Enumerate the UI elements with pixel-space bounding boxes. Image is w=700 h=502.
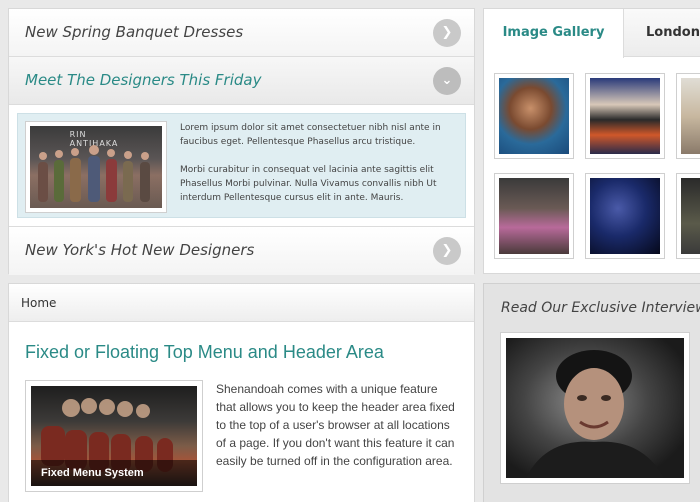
gallery-thumbnail[interactable] xyxy=(585,73,665,159)
runway-image: Fixed Menu System xyxy=(31,386,197,486)
accordion-item-spring-dresses[interactable]: New Spring Banquet Dresses ❯ xyxy=(9,9,474,57)
breadcrumb: Home xyxy=(9,284,474,322)
accordion-panel-text: Lorem ipsum dolor sit amet consectetuer … xyxy=(180,121,457,219)
tab-london[interactable]: London xyxy=(646,9,700,57)
chevron-down-icon[interactable]: ⌄ xyxy=(433,67,461,95)
interview-widget: Read Our Exclusive Interview xyxy=(483,283,700,502)
paragraph: Morbi curabitur in consequat vel lacinia… xyxy=(180,165,437,203)
gallery-thumbnail[interactable] xyxy=(494,73,574,159)
accordion-item-meet-designers[interactable]: Meet The Designers This Friday ⌄ xyxy=(9,57,474,105)
gallery-thumbnail[interactable] xyxy=(676,73,700,159)
accordion-item-title: New York's Hot New Designers xyxy=(25,241,255,259)
interview-photo[interactable] xyxy=(500,332,690,484)
accordion-item-title: Meet The Designers This Friday xyxy=(25,71,262,89)
paragraph: Lorem ipsum dolor sit amet consectetuer … xyxy=(180,123,441,147)
tab-image-gallery[interactable]: Image Gallery xyxy=(484,9,624,58)
chevron-right-icon[interactable]: ❯ xyxy=(433,237,461,265)
gallery-thumbnail[interactable] xyxy=(676,173,700,259)
page-title: Fixed or Floating Top Menu and Header Ar… xyxy=(25,342,384,362)
article-body: Shenandoah comes with a unique feature t… xyxy=(216,382,455,468)
image-caption: Fixed Menu System xyxy=(31,460,197,486)
designers-photo: RIN ANTIHAKA xyxy=(25,121,167,213)
accordion-item-hot-designers[interactable]: New York's Hot New Designers ❯ xyxy=(9,227,474,275)
accordion-panel: RIN ANTIHAKA Lorem ipsum dolor sit amet … xyxy=(9,105,474,227)
article-image[interactable]: Fixed Menu System xyxy=(25,380,203,492)
gallery-thumbnail[interactable] xyxy=(585,173,665,259)
gallery-tabs: Image Gallery London xyxy=(484,9,700,58)
runway-image: RIN ANTIHAKA xyxy=(30,126,162,208)
chevron-right-icon[interactable]: ❯ xyxy=(433,19,461,47)
portrait-image xyxy=(506,338,684,478)
main-content: Home Fixed or Floating Top Menu and Head… xyxy=(8,283,475,502)
breadcrumb-home-link[interactable]: Home xyxy=(21,296,56,310)
image-gallery-widget: Image Gallery London xyxy=(483,8,700,274)
accordion-panel-content: RIN ANTIHAKA Lorem ipsum dolor sit amet … xyxy=(17,113,466,218)
accordion: New Spring Banquet Dresses ❯ Meet The De… xyxy=(8,8,475,275)
accordion-item-title: New Spring Banquet Dresses xyxy=(25,23,244,41)
gallery-thumbnail[interactable] xyxy=(494,173,574,259)
interview-title: Read Our Exclusive Interview xyxy=(501,300,700,316)
